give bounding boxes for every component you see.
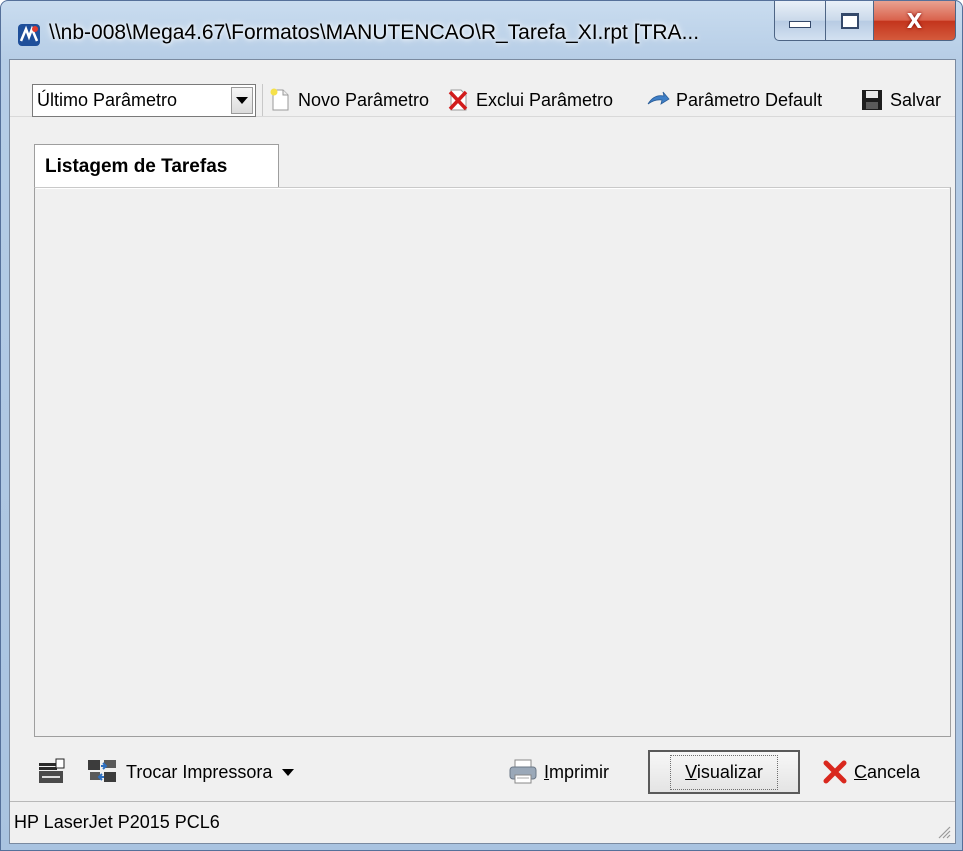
client-area: Último Parâmetro Novo Parâmetro Exclui P… xyxy=(9,59,956,844)
close-icon: X xyxy=(906,8,923,33)
toolbar-separator xyxy=(262,84,263,116)
change-printer-button[interactable]: Trocar Impressora xyxy=(86,754,295,790)
print-label-rest: mprimir xyxy=(549,761,610,782)
new-parameter-label: Novo Parâmetro xyxy=(298,89,430,110)
tab-listagem-de-tarefas[interactable]: Listagem de Tarefas xyxy=(34,144,279,188)
resize-grip-icon[interactable] xyxy=(935,823,951,839)
cancel-button[interactable]: Cancela xyxy=(822,754,920,790)
preview-label: Visualizar xyxy=(670,754,778,790)
maximize-icon xyxy=(840,12,859,29)
chevron-down-icon xyxy=(236,97,248,104)
printer-setup-button[interactable] xyxy=(36,754,66,790)
cancel-mnemonic: C xyxy=(854,761,867,782)
printer-setup-icon xyxy=(39,758,65,783)
delete-parameter-button[interactable]: Exclui Parâmetro xyxy=(446,84,613,116)
floppy-save-icon xyxy=(862,90,882,110)
printer-name: HP LaserJet P2015 PCL6 xyxy=(14,812,220,832)
parameter-select-arrow[interactable] xyxy=(231,87,253,114)
chevron-down-icon[interactable] xyxy=(282,768,295,776)
preview-button[interactable]: Visualizar xyxy=(648,750,800,794)
new-parameter-button[interactable]: Novo Parâmetro xyxy=(268,84,429,116)
save-label: Salvar xyxy=(890,89,942,110)
caption-buttons: X xyxy=(774,1,956,41)
minimize-button[interactable] xyxy=(774,1,826,41)
delete-parameter-label: Exclui Parâmetro xyxy=(476,89,614,110)
print-label: Imprimir xyxy=(544,762,609,783)
delete-icon xyxy=(448,89,468,111)
bottom-bar: Trocar Impressora Imprimir Visualizar Ca… xyxy=(10,740,955,802)
new-document-icon xyxy=(270,88,289,111)
swap-printer-icon xyxy=(88,760,116,782)
default-arrow-icon xyxy=(647,91,670,105)
window-frame: \\nb-008\Mega4.67\Formatos\MANUTENCAO\R_… xyxy=(0,0,963,851)
preview-label-rest: isualizar xyxy=(696,761,763,782)
preview-mnemonic: V xyxy=(685,761,697,782)
tab-panel-content xyxy=(36,188,949,735)
parameter-select[interactable]: Último Parâmetro xyxy=(32,84,256,117)
cancel-label: Cancela xyxy=(854,762,920,783)
save-button[interactable]: Salvar xyxy=(860,84,941,116)
close-button[interactable]: X xyxy=(874,1,956,41)
default-parameter-label: Parâmetro Default xyxy=(676,89,823,110)
print-button[interactable]: Imprimir xyxy=(508,754,609,790)
maximize-button[interactable] xyxy=(826,1,874,41)
printer-icon xyxy=(509,759,537,784)
window-title: \\nb-008\Mega4.67\Formatos\MANUTENCAO\R_… xyxy=(49,21,700,44)
default-parameter-button[interactable]: Parâmetro Default xyxy=(646,84,822,116)
change-printer-label: Trocar Impressora xyxy=(126,761,273,782)
cancel-x-icon xyxy=(823,760,847,784)
app-logo-icon xyxy=(18,24,40,46)
parameter-select-value: Último Parâmetro xyxy=(37,90,178,110)
title-bar[interactable]: \\nb-008\Mega4.67\Formatos\MANUTENCAO\R_… xyxy=(1,1,962,59)
tab-panel xyxy=(34,187,951,737)
status-bar: HP LaserJet P2015 PCL6 xyxy=(10,801,955,843)
minimize-icon xyxy=(789,21,811,28)
cancel-label-rest: ancela xyxy=(867,761,921,782)
tab-label: Listagem de Tarefas xyxy=(45,155,228,177)
